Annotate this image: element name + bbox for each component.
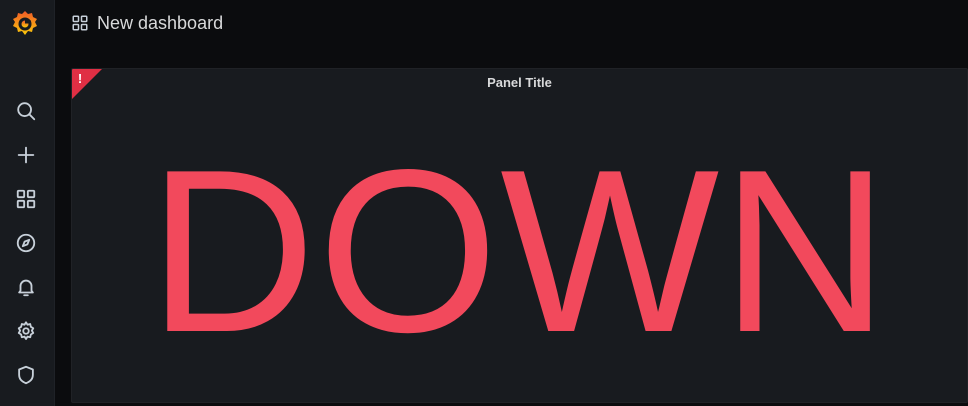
sidebar-item-search[interactable] bbox=[10, 97, 42, 129]
stat-value: DOWN bbox=[148, 122, 891, 381]
stat-panel[interactable]: ! Panel Title DOWN bbox=[71, 68, 968, 403]
sidebar-item-alerting[interactable] bbox=[10, 273, 42, 305]
sidebar-item-explore[interactable] bbox=[10, 229, 42, 261]
dashboards-icon bbox=[71, 14, 89, 32]
grafana-app: New dashboard ! Panel Title DOWN bbox=[0, 0, 968, 406]
bell-icon bbox=[15, 276, 37, 303]
panel-title[interactable]: Panel Title bbox=[72, 75, 967, 91]
sidebar-item-server-admin[interactable] bbox=[10, 361, 42, 393]
search-icon bbox=[15, 100, 37, 127]
plus-icon bbox=[15, 144, 37, 171]
dashboards-icon bbox=[15, 188, 37, 215]
gear-icon bbox=[15, 320, 37, 347]
grafana-logo-icon[interactable] bbox=[9, 8, 41, 40]
sidebar-item-create[interactable] bbox=[10, 141, 42, 173]
shield-icon bbox=[15, 364, 37, 391]
dashboard-title[interactable]: New dashboard bbox=[97, 11, 223, 35]
dashboard-navbar: New dashboard bbox=[55, 0, 968, 48]
sidebar-item-dashboards[interactable] bbox=[10, 185, 42, 217]
sidebar-item-configuration[interactable] bbox=[10, 317, 42, 349]
compass-icon bbox=[15, 232, 37, 259]
side-menu bbox=[0, 0, 55, 406]
